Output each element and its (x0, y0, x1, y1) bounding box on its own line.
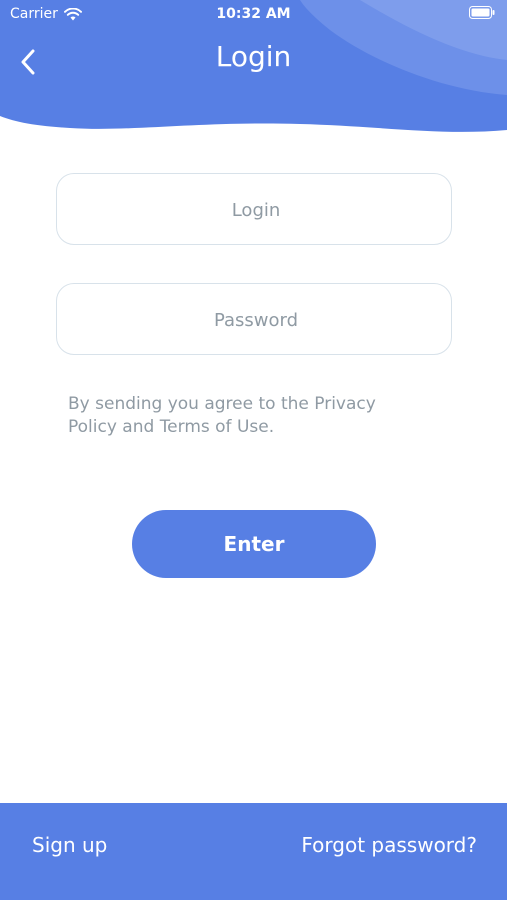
consent-text: By sending you agree to the Privacy Poli… (68, 394, 376, 437)
password-input[interactable] (57, 284, 455, 356)
footer: Sign up Forgot password? (0, 803, 507, 900)
forgot-password-link[interactable]: Forgot password? (301, 833, 477, 857)
login-input[interactable] (57, 174, 455, 246)
header: Carrier 10:32 AM Login (0, 0, 507, 140)
password-field[interactable] (56, 283, 455, 356)
status-bar: Carrier 10:32 AM (0, 0, 507, 28)
sign-up-link[interactable]: Sign up (32, 833, 107, 857)
enter-button[interactable]: Enter (132, 510, 376, 578)
login-field[interactable] (56, 173, 455, 246)
page-title: Login (215, 40, 292, 73)
battery-icon (469, 6, 495, 19)
status-time: 10:32 AM (216, 6, 291, 22)
